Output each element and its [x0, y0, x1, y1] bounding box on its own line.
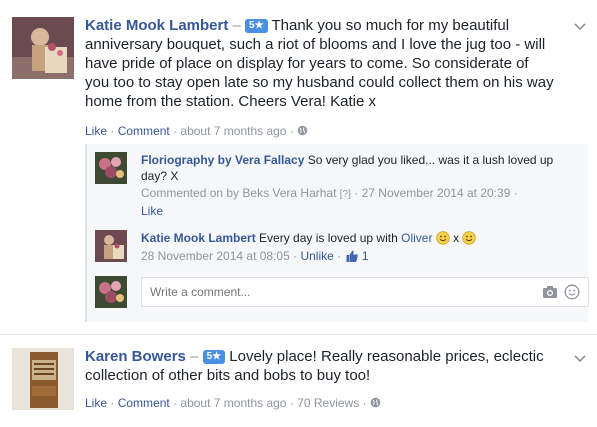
- reply-katie: Katie Mook Lambert Every day is loved up…: [95, 230, 575, 270]
- dot: ·: [173, 124, 178, 138]
- like-count[interactable]: 1: [345, 249, 369, 263]
- review-text: Katie Mook Lambert – 5★ Thank you so muc…: [85, 16, 555, 111]
- chevron-down-icon[interactable]: [573, 351, 587, 363]
- globe-icon: [297, 125, 308, 136]
- review-katie: Katie Mook Lambert – 5★ Thank you so muc…: [0, 0, 597, 330]
- separator: –: [190, 348, 199, 365]
- comment-link[interactable]: Comment: [118, 396, 170, 410]
- dot: ·: [289, 396, 294, 410]
- replies-section: Floriography by Vera Fallacy So very gla…: [85, 144, 589, 322]
- dot: ·: [337, 249, 342, 263]
- timestamp[interactable]: about 7 months ago: [180, 396, 286, 410]
- dot: ·: [362, 396, 367, 410]
- commented-by: Commented on by Beks Vera Harhat: [141, 186, 337, 200]
- reply-text-x: x: [453, 231, 460, 245]
- chevron-down-icon[interactable]: [573, 19, 587, 31]
- like-link[interactable]: Like: [85, 396, 107, 410]
- avatar[interactable]: [12, 17, 74, 79]
- mention-link[interactable]: Oliver: [401, 231, 432, 245]
- rating-badge: 5★: [202, 350, 226, 364]
- avatar[interactable]: [95, 152, 127, 184]
- unlike-link[interactable]: Unlike: [300, 249, 333, 263]
- dot: ·: [173, 396, 178, 410]
- like-link[interactable]: Like: [85, 124, 107, 138]
- review-author[interactable]: Karen Bowers: [85, 348, 186, 365]
- reply-author[interactable]: Katie Mook Lambert: [141, 231, 256, 245]
- separator: –: [232, 17, 241, 34]
- avatar[interactable]: [95, 230, 127, 262]
- avatar: [95, 276, 127, 308]
- dot: ·: [110, 124, 115, 138]
- dot: ·: [354, 186, 359, 200]
- reply-vera: Floriography by Vera Fallacy So very gla…: [95, 152, 575, 222]
- reply-body: Floriography by Vera Fallacy So very gla…: [141, 152, 581, 219]
- reply-meta: 28 November 2014 at 08:05 · Unlike · 1: [141, 248, 581, 264]
- reply-body: Katie Mook Lambert Every day is loved up…: [141, 230, 581, 264]
- avatar[interactable]: [12, 348, 74, 410]
- review-text: Karen Bowers – 5★ Lovely place! Really r…: [85, 347, 555, 385]
- timestamp[interactable]: about 7 months ago: [180, 124, 286, 138]
- review-actions: Like · Comment · about 7 months ago · 70…: [85, 396, 381, 410]
- dot: ·: [293, 249, 298, 263]
- dot: ·: [513, 186, 518, 200]
- like-count-value: 1: [361, 249, 369, 263]
- review-actions: Like · Comment · about 7 months ago ·: [85, 124, 308, 138]
- smiley-icon: [436, 231, 450, 245]
- camera-icon[interactable]: [542, 285, 558, 299]
- comment-input[interactable]: [150, 285, 510, 299]
- globe-icon: [370, 397, 381, 408]
- reply-date[interactable]: 28 November 2014 at 08:05: [141, 249, 290, 263]
- emoji-icon[interactable]: [564, 284, 580, 300]
- comment-link[interactable]: Comment: [118, 124, 170, 138]
- help-marker[interactable]: [?]: [340, 189, 351, 200]
- review-count[interactable]: 70 Reviews: [297, 396, 359, 410]
- reply-text: Every day is loved up with: [259, 231, 398, 245]
- dot: ·: [110, 396, 115, 410]
- rating-badge: 5★: [245, 19, 268, 33]
- reply-meta: Commented on by Beks Vera Harhat [?] · 2…: [141, 185, 581, 203]
- reply-date[interactable]: 27 November 2014 at 20:39: [362, 186, 511, 200]
- like-link[interactable]: Like: [141, 204, 163, 218]
- comment-box: [141, 277, 589, 307]
- write-comment-row: [95, 276, 589, 310]
- review-author[interactable]: Katie Mook Lambert: [85, 17, 228, 34]
- thumbs-up-icon: [345, 249, 359, 263]
- review-karen: Karen Bowers – 5★ Lovely place! Really r…: [0, 335, 597, 427]
- smiley-icon: [462, 231, 477, 245]
- dot: ·: [289, 124, 294, 138]
- reply-author[interactable]: Floriography by Vera Fallacy: [141, 153, 304, 167]
